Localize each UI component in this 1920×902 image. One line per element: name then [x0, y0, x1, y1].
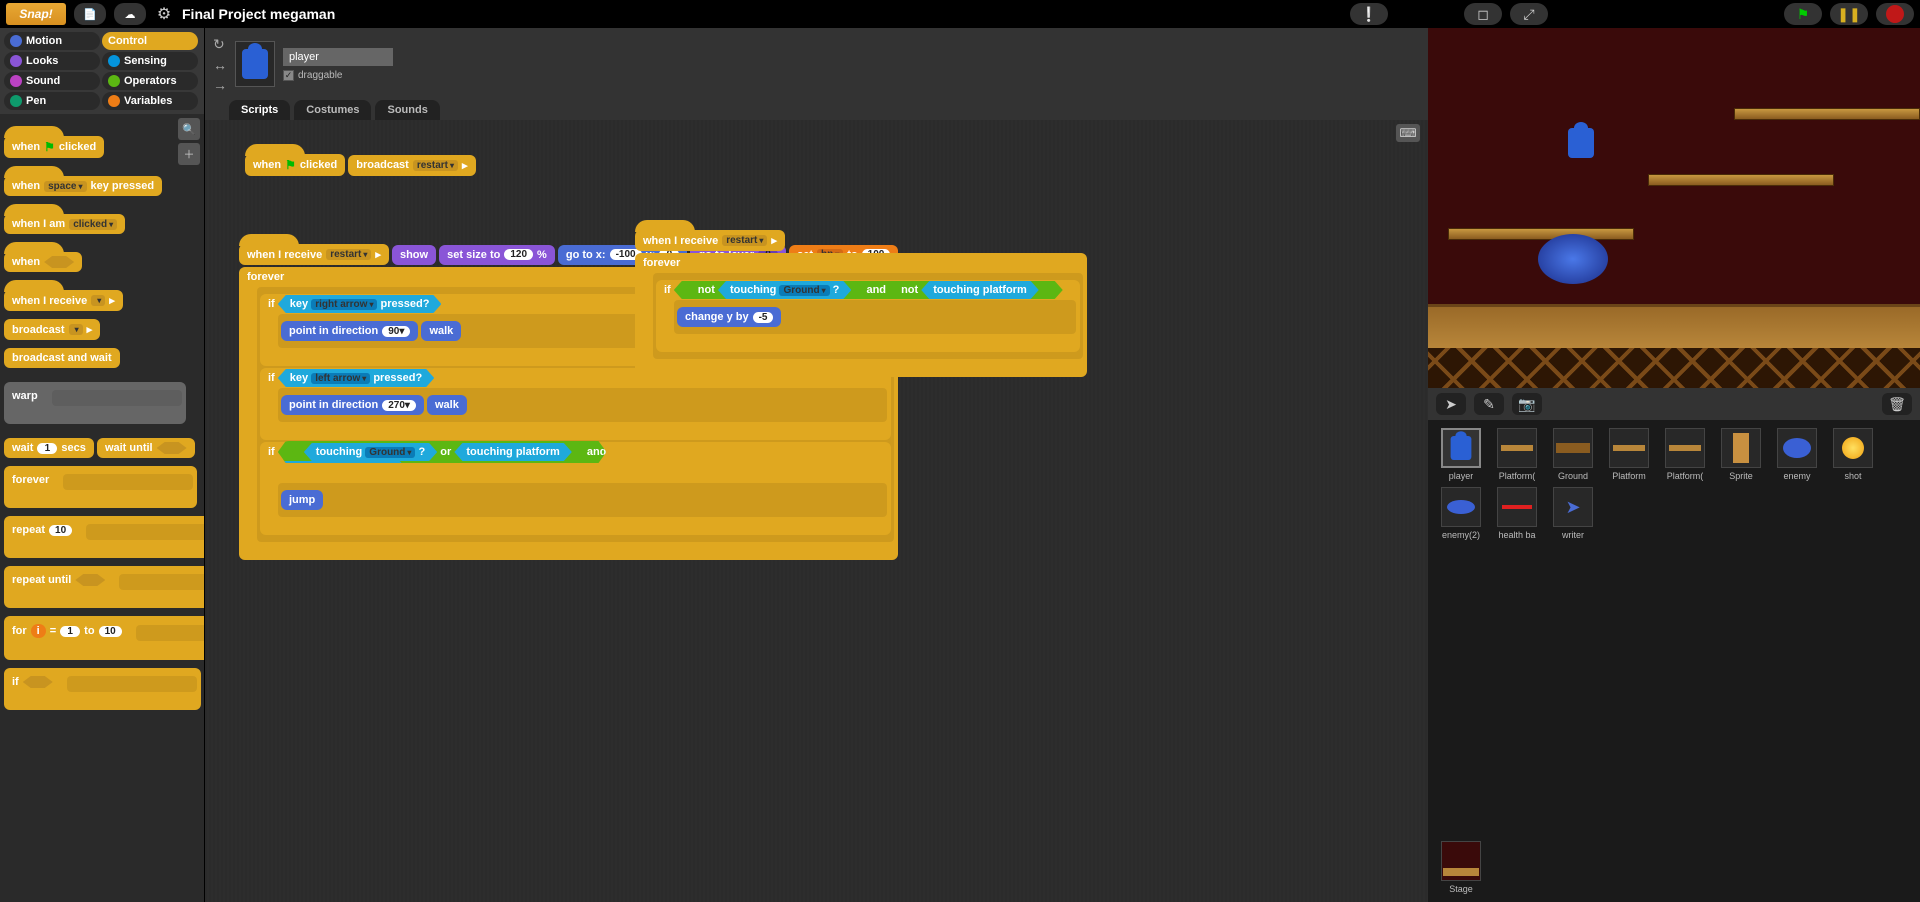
block-repeat-until[interactable]: repeat until: [4, 566, 204, 608]
stop-button[interactable]: [1876, 3, 1914, 25]
sprite-item-platform1[interactable]: Platform(: [1492, 428, 1542, 481]
draggable-checkbox[interactable]: ✓: [283, 70, 294, 81]
sprite-item-platform3[interactable]: Platform(: [1660, 428, 1710, 481]
block-when-condition[interactable]: when: [4, 252, 82, 272]
category-control[interactable]: Control: [102, 32, 198, 50]
block-wait-until[interactable]: wait until: [97, 438, 195, 458]
stage-sprite-player[interactable]: [1568, 128, 1594, 158]
block-forever[interactable]: forever: [4, 466, 197, 508]
file-button[interactable]: 📄: [74, 3, 106, 25]
paint-sprite-button[interactable]: ✎: [1474, 393, 1504, 415]
pause-button[interactable]: ❚❚: [1830, 3, 1868, 25]
category-sound[interactable]: Sound: [4, 72, 100, 90]
sprite-item-ground[interactable]: Ground: [1548, 428, 1598, 481]
block-repeat[interactable]: repeat10: [4, 516, 204, 558]
scripts-canvas[interactable]: ⌨ when ⚑ clicked broadcastrestart▾▸ when…: [205, 120, 1428, 902]
category-looks[interactable]: Looks: [4, 52, 100, 70]
sprite-info-bar: ↻ ↔ → player ✓ draggable: [205, 28, 1428, 100]
green-flag-button[interactable]: ⚑: [1784, 3, 1822, 25]
make-block-button[interactable]: ＋: [178, 143, 200, 165]
stage-view[interactable]: [1428, 28, 1920, 388]
block-if[interactable]: if: [4, 668, 201, 710]
project-title: Final Project megaman: [182, 6, 335, 22]
rotation-none-icon[interactable]: →: [213, 77, 227, 93]
rotation-full-icon[interactable]: ↻: [213, 36, 227, 53]
top-toolbar: Snap! 📄 ☁ ⚙ Final Project megaman ❕ ◻ ⤢ …: [0, 0, 1920, 28]
add-turtle-sprite-button[interactable]: ➤: [1436, 393, 1466, 415]
cloud-button[interactable]: ☁: [114, 3, 146, 25]
sprite-thumbnail[interactable]: [235, 41, 275, 87]
sprite-item-enemy[interactable]: enemy: [1772, 428, 1822, 481]
block-wait-secs[interactable]: wait1secs: [4, 438, 94, 458]
block-when-i-am[interactable]: when I amclicked▾: [4, 214, 125, 234]
search-blocks-button[interactable]: 🔍: [178, 118, 200, 140]
sprite-item-writer[interactable]: ➤writer: [1548, 487, 1598, 540]
block-when-i-receive[interactable]: when I receive▾▸: [4, 290, 123, 311]
category-sensing[interactable]: Sensing: [102, 52, 198, 70]
stage-size-button[interactable]: ◻: [1464, 3, 1502, 25]
category-selector: Motion Control Looks Sensing Sound Opera…: [0, 28, 204, 114]
draggable-label: draggable: [298, 70, 342, 81]
sprite-corral: player Platform( Ground Platform Platfor…: [1428, 420, 1920, 902]
stage-thumbnail[interactable]: Stage: [1436, 841, 1486, 894]
block-when-flag-clicked[interactable]: when ⚑ clicked: [4, 136, 104, 158]
category-motion[interactable]: Motion: [4, 32, 100, 50]
block-palette: Motion Control Looks Sensing Sound Opera…: [0, 28, 205, 902]
fullscreen-button[interactable]: ⤢: [1510, 3, 1548, 25]
rotation-flip-icon[interactable]: ↔: [213, 57, 227, 73]
tab-costumes[interactable]: Costumes: [294, 100, 371, 120]
stage-panel: ➤ ✎ 📷 🗑 player Platform( Ground Platform…: [1428, 28, 1920, 902]
palette-body[interactable]: 🔍 ＋ when ⚑ clicked whenspace▾key pressed…: [0, 114, 204, 902]
sprite-item-enemy2[interactable]: enemy(2): [1436, 487, 1486, 540]
trash-button[interactable]: 🗑: [1882, 393, 1912, 415]
tab-scripts[interactable]: Scripts: [229, 100, 290, 120]
block-broadcast-wait[interactable]: broadcast and wait: [4, 348, 120, 368]
editor-tabs: Scripts Costumes Sounds: [205, 100, 1428, 120]
category-pen[interactable]: Pen: [4, 92, 100, 110]
sprite-item-player[interactable]: player: [1436, 428, 1486, 481]
sprite-item-platform2[interactable]: Platform: [1604, 428, 1654, 481]
settings-gear-icon[interactable]: ⚙: [154, 4, 174, 24]
camera-sprite-button[interactable]: 📷: [1512, 393, 1542, 415]
sprite-item-sprite[interactable]: Sprite: [1716, 428, 1766, 481]
block-warp[interactable]: warp: [4, 382, 186, 424]
script-stack-3[interactable]: when I receiverestart▾▸ forever if not t…: [635, 226, 1087, 381]
sprite-item-shot[interactable]: shot: [1828, 428, 1878, 481]
block-for[interactable]: fori=1to10: [4, 616, 204, 660]
sprite-item-healthbar[interactable]: health ba: [1492, 487, 1542, 540]
keyboard-entry-button[interactable]: ⌨: [1396, 124, 1420, 142]
sprite-name-input[interactable]: player: [283, 48, 393, 66]
block-when-key-pressed[interactable]: whenspace▾key pressed: [4, 176, 162, 196]
stage-sprite-enemy[interactable]: [1538, 234, 1608, 284]
block-broadcast[interactable]: broadcast▾▸: [4, 319, 100, 340]
stop-icon: [1886, 5, 1904, 23]
category-operators[interactable]: Operators: [102, 72, 198, 90]
script-editor: ↻ ↔ → player ✓ draggable Scripts Costumes…: [205, 28, 1428, 902]
snap-logo[interactable]: Snap!: [6, 3, 66, 25]
project-notes-button[interactable]: ❕: [1350, 3, 1388, 25]
category-variables[interactable]: Variables: [102, 92, 198, 110]
tab-sounds[interactable]: Sounds: [375, 100, 439, 120]
sprite-corral-bar: ➤ ✎ 📷 🗑: [1428, 388, 1920, 420]
script-stack-1[interactable]: when ⚑ clicked broadcastrestart▾▸: [245, 150, 476, 180]
